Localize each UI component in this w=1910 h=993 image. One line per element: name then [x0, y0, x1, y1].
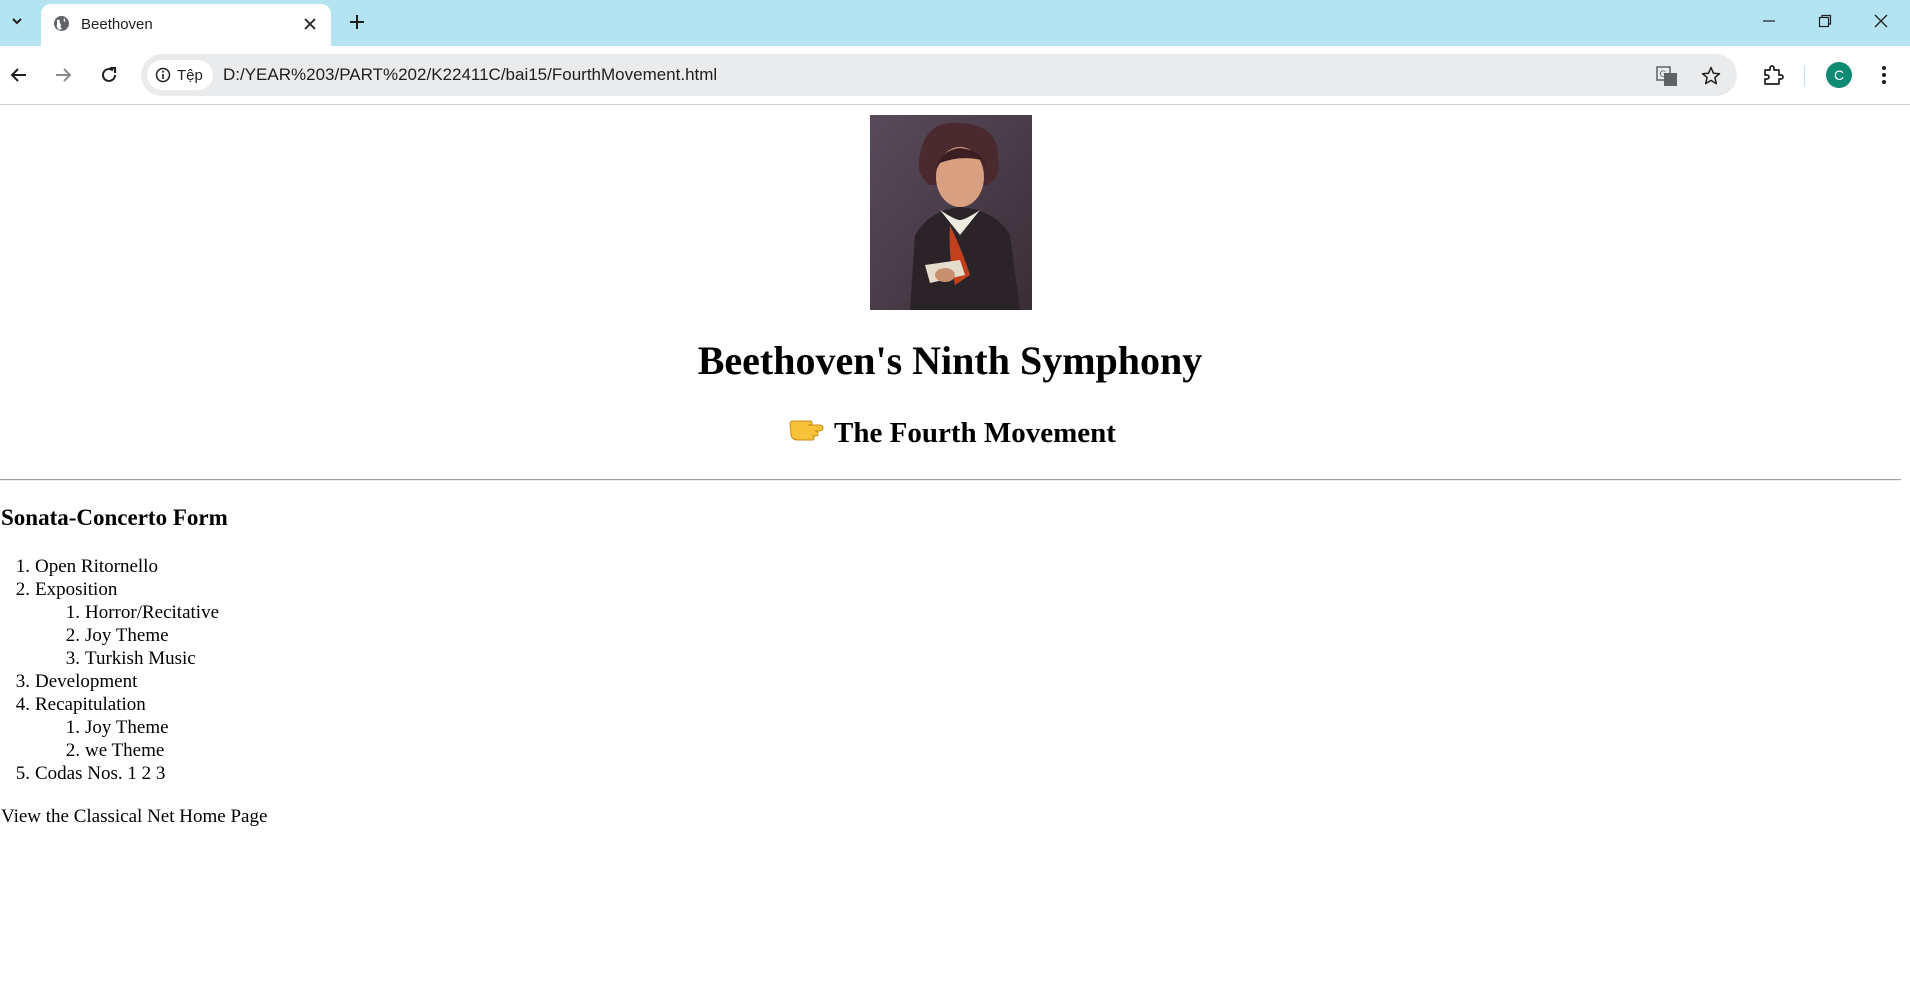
svg-text:G: G — [1660, 70, 1667, 80]
translate-button[interactable]: G — [1655, 64, 1679, 88]
classical-net-home-link[interactable]: View the Classical Net Home Page — [1, 806, 267, 828]
list-number: 2. — [65, 625, 80, 646]
address-bar[interactable]: Tệp D:/YEAR%203/PART%202/K22411C/bai15/F… — [141, 54, 1737, 96]
reload-icon — [102, 67, 116, 82]
list-number: 4. — [15, 694, 30, 715]
reload-button[interactable] — [94, 60, 124, 90]
url-text[interactable]: D:/YEAR%203/PART%202/K22411C/bai15/Fourt… — [223, 65, 717, 85]
tab-strip: Beethoven — [0, 0, 1910, 46]
list-number: 1. — [15, 556, 30, 577]
browser-menu-button[interactable] — [1869, 60, 1899, 90]
list-number: 3. — [15, 671, 30, 692]
back-button[interactable] — [4, 60, 34, 90]
tab-beethoven[interactable]: Beethoven — [41, 4, 331, 46]
list-number: 2. — [15, 579, 30, 600]
list-number: 2. — [65, 740, 80, 761]
sub-list-item: 1. Joy Theme — [50, 716, 169, 739]
list-number: 1. — [65, 717, 80, 738]
info-icon — [155, 67, 171, 83]
list-item: 5. Codas Nos. 1 2 3 — [0, 762, 166, 785]
minimize-icon — [1763, 20, 1775, 22]
beethoven-portrait-image — [870, 115, 1032, 310]
list-item: 1. Open Ritornello — [0, 555, 158, 578]
list-label: Open Ritornello — [35, 556, 158, 577]
puzzle-icon — [1764, 65, 1784, 85]
list-item: 3. Development — [0, 670, 138, 693]
globe-icon — [54, 16, 69, 31]
list-number: 5. — [15, 763, 30, 784]
list-label: Development — [35, 671, 138, 692]
list-label: Turkish Music — [85, 648, 196, 669]
minimize-button[interactable] — [1741, 4, 1797, 38]
list-number: 3. — [65, 648, 80, 669]
forward-button[interactable] — [48, 60, 78, 90]
browser-toolbar: Tệp D:/YEAR%203/PART%202/K22411C/bai15/F… — [0, 46, 1910, 105]
sub-list-item: 2. we Theme — [50, 739, 165, 762]
profile-avatar[interactable]: C — [1826, 62, 1852, 88]
star-icon — [1701, 66, 1721, 85]
horizontal-divider — [0, 479, 1901, 481]
close-icon — [1874, 14, 1888, 28]
list-label: Codas Nos. 1 2 3 — [35, 763, 166, 784]
list-label: Joy Theme — [85, 717, 169, 738]
toolbar-divider — [1804, 66, 1805, 86]
page-title: Beethoven's Ninth Symphony — [697, 338, 1203, 383]
arrow-left-icon — [10, 68, 26, 82]
sub-list-item: 2. Joy Theme — [50, 624, 169, 647]
arrow-right-icon — [56, 68, 72, 82]
bookmark-button[interactable] — [1699, 64, 1723, 88]
page-content: Beethoven's Ninth Symphony The Fourth Mo… — [0, 105, 1910, 993]
chevron-down-icon — [12, 18, 22, 25]
list-number: 1. — [65, 602, 80, 623]
sub-list-item: 1. Horror/Recitative — [50, 601, 219, 624]
new-tab-button[interactable] — [344, 9, 370, 35]
list-label: Horror/Recitative — [85, 602, 220, 623]
restore-button[interactable] — [1797, 4, 1853, 38]
site-info-chip[interactable]: Tệp — [147, 60, 213, 90]
site-chip-label: Tệp — [177, 66, 203, 84]
section-heading: Sonata-Concerto Form — [1, 505, 228, 530]
list-label: Exposition — [35, 579, 118, 600]
list-item: 2. Exposition — [0, 578, 118, 601]
translate-icon: G — [1656, 66, 1677, 86]
profile-initial: C — [1833, 67, 1845, 83]
extensions-button[interactable] — [1758, 60, 1788, 90]
kebab-menu-icon — [1882, 66, 1886, 84]
sub-list-item: 3. Turkish Music — [50, 647, 196, 670]
close-icon — [304, 18, 316, 30]
pointing-hand-icon — [789, 420, 824, 441]
list-item: 4. Recapitulation — [0, 693, 146, 716]
page-subtitle-row: The Fourth Movement — [0, 417, 1904, 450]
list-label: Joy Theme — [85, 625, 169, 646]
tab-title: Beethoven — [81, 16, 153, 33]
close-window-button[interactable] — [1853, 4, 1909, 38]
plus-icon — [350, 15, 364, 29]
list-label: Recapitulation — [35, 694, 146, 715]
tab-close-button[interactable] — [301, 15, 319, 33]
list-label: we Theme — [85, 740, 165, 761]
tab-search-button[interactable] — [3, 4, 31, 38]
restore-icon — [1818, 14, 1832, 28]
page-subtitle: The Fourth Movement — [834, 417, 1116, 449]
